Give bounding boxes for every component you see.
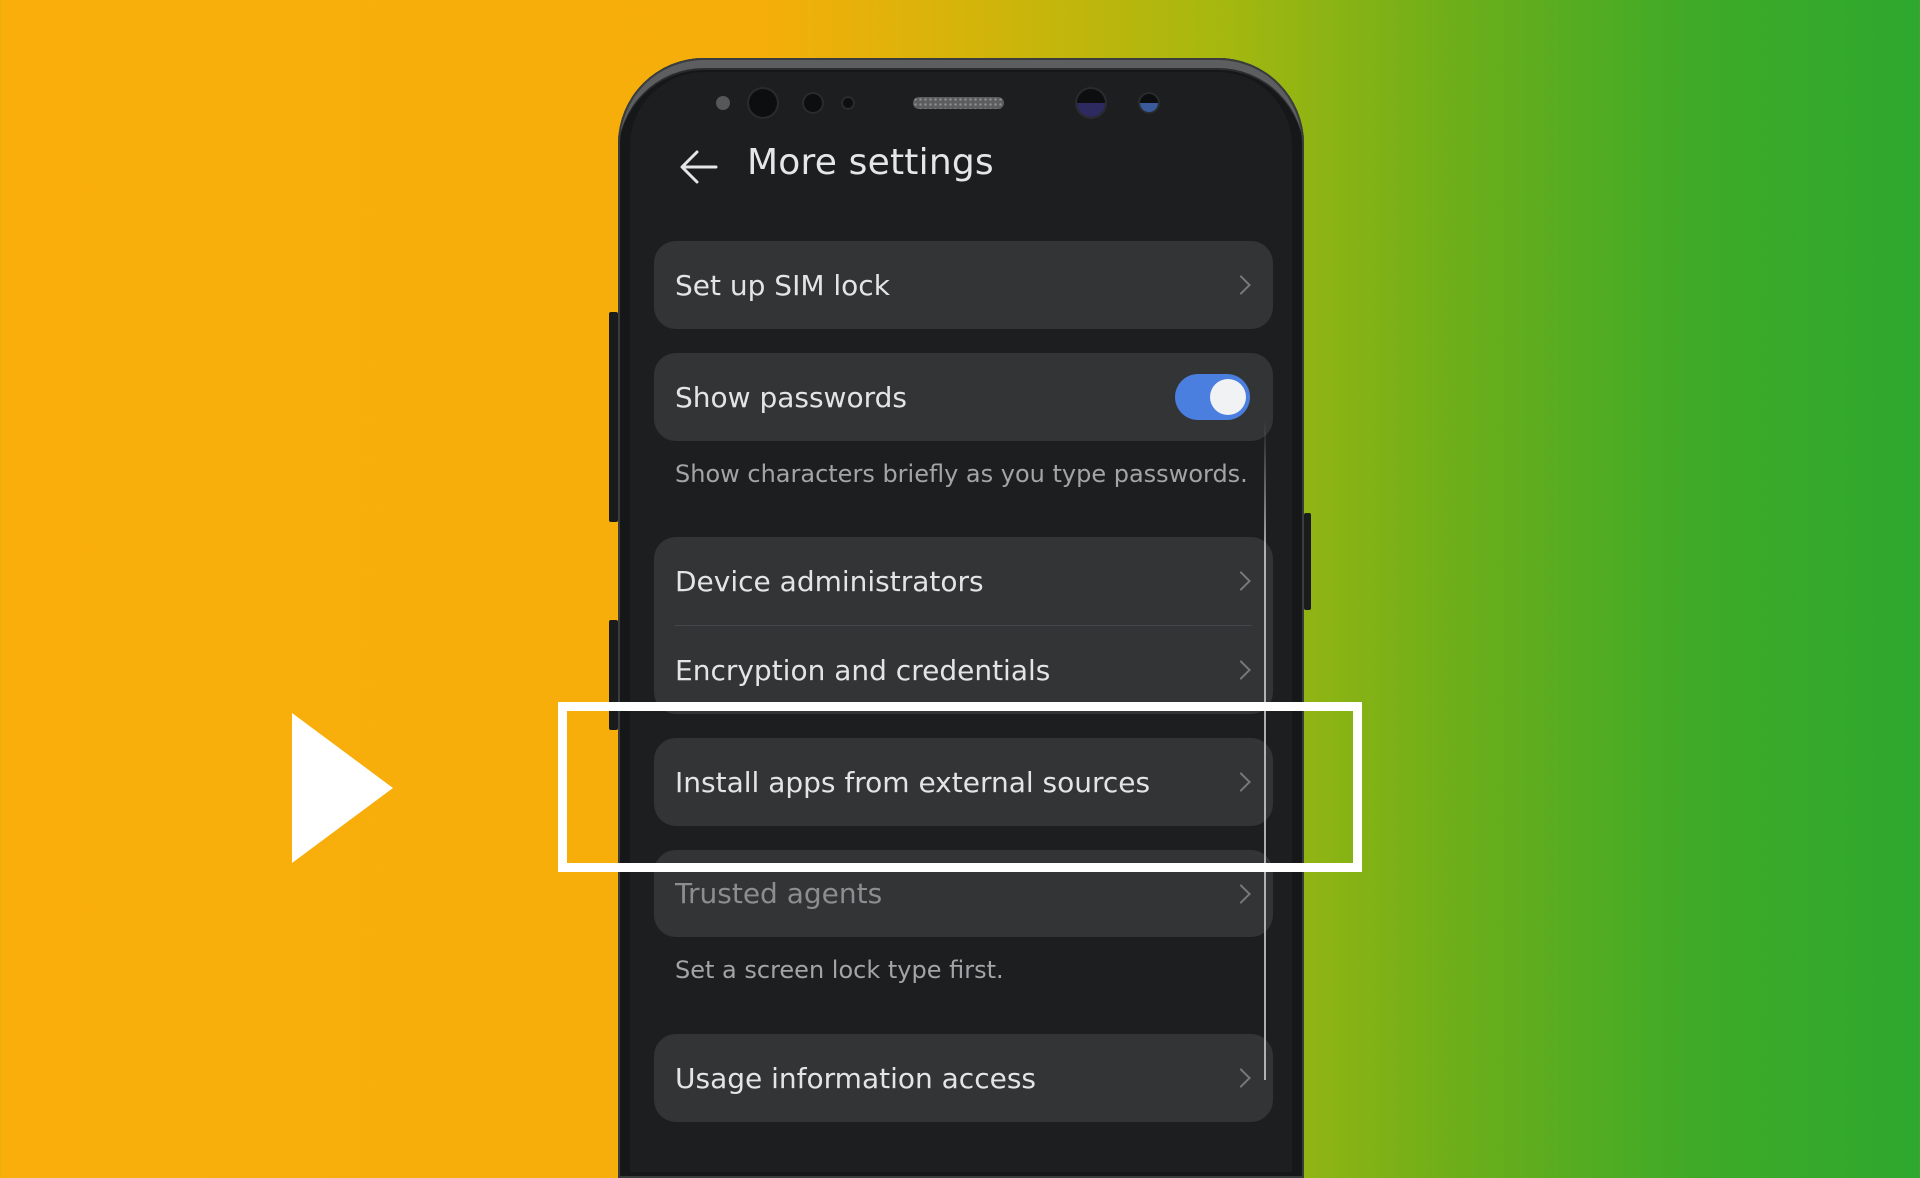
settings-card-admin-encryption: Device administrators Encryption and cre… [654, 537, 1273, 714]
toggle-knob [1210, 379, 1246, 415]
list-item-label: Show passwords [675, 380, 907, 414]
iris-camera-icon [749, 89, 777, 117]
light-sensor-icon [804, 94, 822, 112]
arrow-left-icon [680, 150, 718, 184]
small-sensor-icon [843, 98, 853, 108]
list-item-device-administrators[interactable]: Device administrators [654, 537, 1273, 625]
list-item-usage-information-access[interactable]: Usage information access [654, 1034, 1273, 1122]
highlight-box [558, 702, 1362, 872]
iris-led-icon [1140, 94, 1158, 112]
trusted-agents-description: Set a screen lock type first. [675, 956, 1004, 984]
list-item-sim-lock[interactable]: Set up SIM lock [654, 241, 1273, 329]
settings-card-show-passwords: Show passwords [654, 353, 1273, 441]
chevron-right-icon [1231, 571, 1251, 591]
list-item-encryption-credentials[interactable]: Encryption and credentials [654, 626, 1273, 714]
proximity-sensor-icon [716, 96, 730, 110]
front-camera-icon [1077, 89, 1105, 117]
page-title: More settings [747, 142, 994, 183]
list-item-label: Device administrators [675, 564, 984, 598]
settings-card-sim-lock: Set up SIM lock [654, 241, 1273, 329]
settings-card-usage-access: Usage information access [654, 1034, 1273, 1122]
play-icon [292, 713, 393, 863]
list-item-label: Usage information access [675, 1061, 1036, 1095]
chevron-right-icon [1231, 1068, 1251, 1088]
show-passwords-toggle[interactable] [1175, 374, 1250, 420]
show-passwords-description: Show characters briefly as you type pass… [675, 460, 1248, 488]
earpiece-speaker [913, 97, 1004, 109]
list-item-label: Trusted agents [675, 877, 883, 910]
chevron-right-icon [1231, 660, 1251, 680]
chevron-right-icon [1231, 275, 1251, 295]
list-item-label: Encryption and credentials [675, 653, 1051, 687]
phone-volume-button [609, 312, 618, 522]
list-item-show-passwords[interactable]: Show passwords [654, 353, 1273, 441]
phone-power-button [1304, 513, 1311, 610]
list-item-label: Set up SIM lock [675, 268, 890, 302]
back-button[interactable] [680, 150, 718, 184]
chevron-right-icon [1231, 883, 1251, 904]
